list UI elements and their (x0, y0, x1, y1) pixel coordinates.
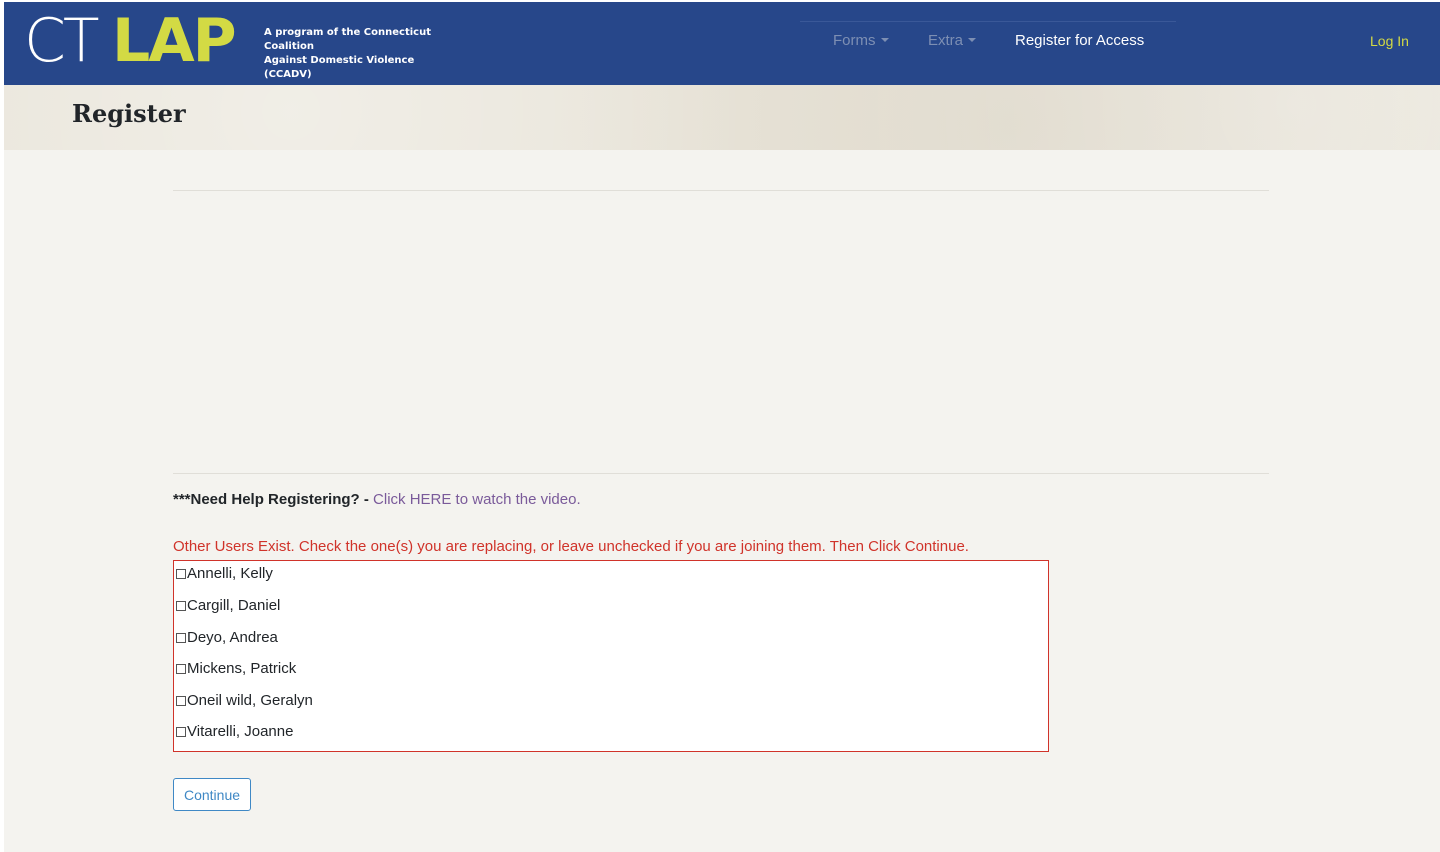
checkbox[interactable] (176, 727, 186, 737)
caret-down-icon (968, 38, 977, 42)
continue-button[interactable]: Continue (173, 778, 251, 811)
nav-divider (800, 21, 1176, 22)
login-link[interactable]: Log In (1370, 31, 1409, 51)
help-text: ***Need Help Registering? - Click HERE t… (173, 490, 581, 510)
nav-register-link[interactable]: Register for Access (1015, 31, 1144, 51)
tagline-line-1: A program of the Connecticut Coalition (264, 27, 431, 52)
user-name: Annelli, Kelly (187, 565, 273, 582)
nav-forms-dropdown[interactable]: Forms (833, 31, 889, 51)
logo-ct-text[interactable]: CT (24, 6, 100, 76)
brand-tagline: A program of the Connecticut Coalition A… (264, 26, 464, 82)
user-name: Deyo, Andrea (187, 629, 278, 646)
divider-top (173, 190, 1269, 191)
logo-lap-text[interactable]: LAP (112, 6, 237, 76)
checkbox[interactable] (176, 696, 186, 706)
help-bold-text: ***Need Help Registering? - (173, 491, 369, 508)
user-option[interactable]: Annelli, Kelly (176, 563, 273, 585)
user-option[interactable]: Vitarelli, Joanne (176, 721, 293, 743)
checkbox[interactable] (176, 633, 186, 643)
nav-forms-label: Forms (833, 32, 876, 49)
user-name: Vitarelli, Joanne (187, 723, 294, 740)
nav-extra-label: Extra (928, 32, 964, 49)
nav-extra-dropdown[interactable]: Extra (928, 31, 977, 51)
page-title: Register (72, 99, 186, 128)
tagline-line-2: Against Domestic Violence (CCADV) (264, 55, 415, 80)
page-frame: CT LAP A program of the Connecticut Coal… (4, 2, 1440, 852)
warning-message: Other Users Exist. Check the one(s) you … (173, 538, 969, 555)
user-option[interactable]: Mickens, Patrick (176, 658, 296, 680)
divider-bottom (173, 473, 1269, 474)
checkbox[interactable] (176, 601, 186, 611)
caret-down-icon (880, 38, 889, 42)
user-name: Cargill, Daniel (187, 597, 281, 614)
page-header: Register (4, 85, 1440, 150)
user-option[interactable]: Deyo, Andrea (176, 627, 278, 649)
user-name: Oneil wild, Geralyn (187, 692, 313, 709)
user-option[interactable]: Oneil wild, Geralyn (176, 690, 313, 712)
top-navbar: CT LAP A program of the Connecticut Coal… (4, 2, 1440, 85)
user-name: Mickens, Patrick (187, 660, 297, 677)
checkbox[interactable] (176, 569, 186, 579)
user-checklist: Annelli, Kelly Cargill, Daniel Deyo, And… (173, 560, 1049, 752)
user-option[interactable]: Cargill, Daniel (176, 595, 280, 617)
checkbox[interactable] (176, 664, 186, 674)
help-video-link[interactable]: Click HERE to watch the video. (373, 491, 581, 508)
